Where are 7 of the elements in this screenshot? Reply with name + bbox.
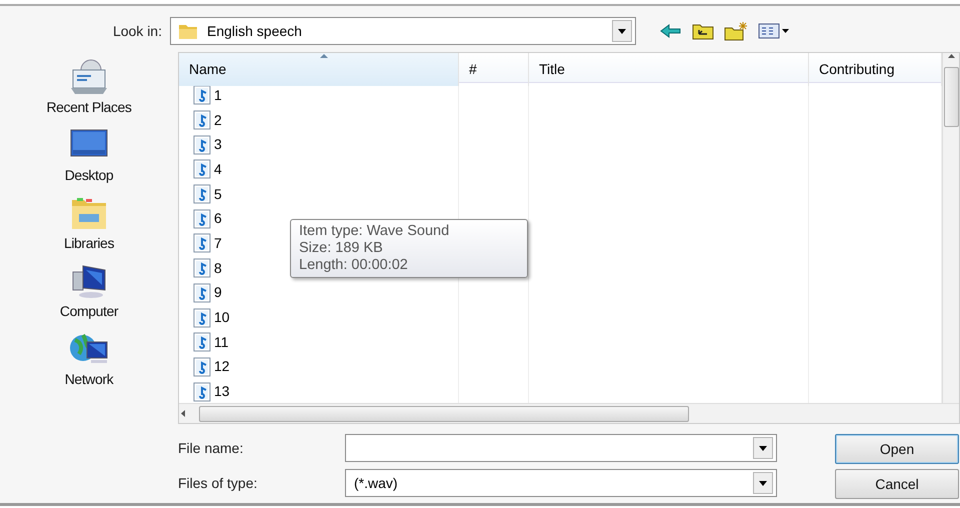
field-label: Files of type: [178, 474, 258, 493]
tooltip-line: Length: 00:00:02 [299, 257, 409, 274]
look-in-label: Look in: [112, 22, 163, 40]
field-label: File name: [178, 438, 244, 458]
tooltip-line: Item type: Wave Sound [299, 223, 450, 240]
tooltip-line: Size: 189 KB [299, 240, 384, 257]
field-value: (*.wav) [354, 474, 399, 493]
